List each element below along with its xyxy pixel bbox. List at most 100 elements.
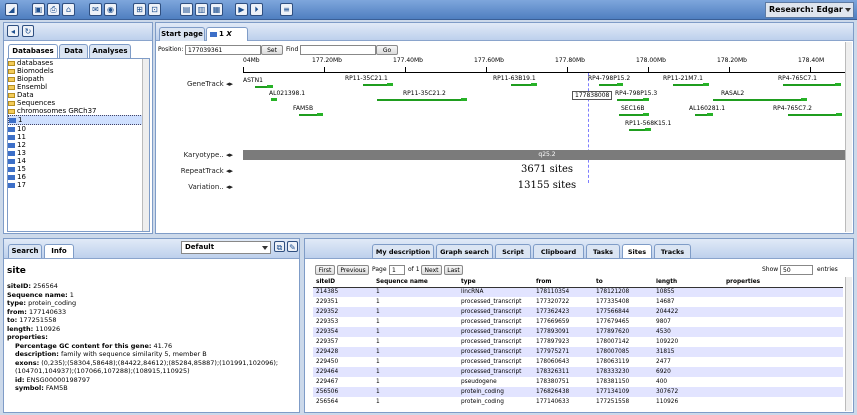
gene-exon[interactable] [643, 98, 649, 101]
gene-label[interactable]: AL021398.1 [269, 90, 305, 97]
layout-1-icon[interactable]: ▤ [180, 3, 193, 16]
gene-label[interactable]: RASAL2 [721, 90, 744, 97]
table-row[interactable]: 229450 1 processed_transcript 178060643 1780… [313, 357, 843, 367]
zoom-area-icon[interactable]: ⊞ [133, 3, 146, 16]
gene-label[interactable]: SEC16B [621, 105, 645, 112]
tab-clipboard[interactable]: Clipboard [533, 244, 584, 259]
table-row[interactable]: 229352 1 processed_transcript 177362423 1775… [313, 307, 843, 317]
gene-label[interactable]: RP4-765C7.2 [773, 105, 812, 112]
gene-exon[interactable] [461, 98, 467, 101]
list-icon[interactable]: ≡ [280, 3, 293, 16]
gene-label[interactable]: ASTN1 [243, 77, 263, 84]
gene-exon[interactable] [643, 113, 649, 116]
column-header[interactable]: siteID [313, 277, 373, 288]
go-button[interactable]: Go [376, 45, 398, 55]
close-tab-button[interactable]: X [226, 30, 231, 38]
refresh-icon[interactable]: ↻ [22, 25, 34, 37]
collapse-icon[interactable]: ◂ [7, 25, 19, 37]
copy-icon[interactable]: ⧉ [274, 241, 285, 252]
gene-exon[interactable] [645, 128, 651, 131]
gene-feature[interactable] [377, 99, 467, 101]
column-header[interactable]: from [533, 277, 593, 288]
edit-icon[interactable]: ✎ [287, 241, 298, 252]
table-row[interactable]: 214385 1 lincRNA 178110354 178121208 10855 [313, 287, 843, 297]
tree-item[interactable]: 16 [8, 173, 149, 181]
track-label-karyotype[interactable]: Karyotype.. ◂▸ [161, 151, 233, 159]
next-page-button[interactable]: Next [421, 265, 442, 275]
gene-label[interactable]: RP4-765C7.1 [778, 75, 817, 82]
table-row[interactable]: 229354 1 processed_transcript 177893091 1778… [313, 327, 843, 337]
last-page-button[interactable]: Last [444, 265, 463, 275]
gene-exon[interactable] [801, 98, 807, 101]
back-icon[interactable]: ◢ [5, 3, 18, 16]
viewer-scrollbar[interactable] [845, 42, 852, 232]
gene-exon[interactable] [317, 113, 323, 116]
karyotype-band[interactable]: q25.2 [243, 150, 851, 160]
tab-tracks[interactable]: Tracks [654, 244, 691, 259]
gene-label[interactable]: RP11-21M7.1 [663, 75, 703, 82]
page-input[interactable]: 1 [389, 265, 405, 275]
gene-label[interactable]: FAM5B [293, 105, 313, 112]
gene-exon[interactable] [531, 83, 537, 86]
table-row[interactable]: 229357 1 processed_transcript 177897923 1780… [313, 337, 843, 347]
tab-script[interactable]: Script [495, 244, 531, 259]
table-row[interactable]: 229464 1 processed_transcript 178326311 1783… [313, 367, 843, 377]
tree-item[interactable]: Biomodels [8, 67, 149, 75]
view-select[interactable]: Default [181, 241, 271, 254]
set-position-button[interactable]: Set [261, 45, 283, 55]
tree-item[interactable]: 10 [8, 125, 149, 133]
tree-item[interactable]: 11 [8, 133, 149, 141]
track-label-genes[interactable]: GeneTrack ◂▸ [161, 80, 233, 88]
table-row[interactable]: 256564 1 protein_coding 177140633 177251558 1… [313, 397, 843, 407]
gene-label[interactable]: RP11-568K15.1 [625, 120, 671, 127]
position-input[interactable]: 177039361 [185, 45, 261, 55]
gene-exon[interactable] [707, 113, 713, 116]
repeat-track[interactable]: 3671 sites [243, 164, 851, 178]
variation-track[interactable]: 13155 sites [243, 180, 851, 194]
table-row[interactable]: 229353 1 processed_transcript 177669659 1776… [313, 317, 843, 327]
gene-track[interactable]: ASTN1 RP11-35C21.1 RP11-63B19.1 RP4-798P15.… [243, 75, 851, 147]
tab-start-page[interactable]: Start page [159, 27, 205, 41]
tree-item[interactable]: databases [8, 59, 149, 67]
previous-page-button[interactable]: Previous [337, 265, 369, 275]
tree-item[interactable]: Ensembl [8, 83, 149, 91]
tree-item[interactable]: Biopath [8, 75, 149, 83]
tab-analyses[interactable]: Analyses [89, 44, 131, 58]
layout-2-icon[interactable]: ▥ [195, 3, 208, 16]
step-icon[interactable]: ⏵ [250, 3, 263, 16]
globe-icon[interactable]: ◉ [104, 3, 117, 16]
chat-icon[interactable]: ✉ [89, 3, 102, 16]
gene-exon[interactable] [271, 98, 277, 101]
column-header[interactable]: Sequence name [373, 277, 458, 288]
gene-label[interactable]: RP11-35C21.2 [403, 90, 446, 97]
research-select[interactable]: Research: Edgar [765, 2, 854, 18]
tab-search[interactable]: Search [8, 244, 42, 258]
tab-info[interactable]: Info [44, 244, 74, 258]
gene-exon[interactable] [617, 83, 623, 86]
column-header[interactable]: type [458, 277, 533, 288]
first-page-button[interactable]: First [315, 265, 335, 275]
home-icon[interactable]: ⌂ [62, 3, 75, 16]
tab-chromosome-1[interactable]: 1 X [206, 27, 248, 41]
tab-my-description[interactable]: My description [372, 244, 434, 259]
save-icon[interactable]: ▣ [32, 3, 45, 16]
column-header[interactable]: properties [723, 277, 843, 288]
tree-scrollbar[interactable] [142, 59, 149, 231]
table-scrollbar[interactable] [845, 277, 852, 411]
column-header[interactable]: length [653, 277, 723, 288]
tree-item[interactable]: 12 [8, 141, 149, 149]
tree-item[interactable]: 13 [8, 149, 149, 157]
tree-item[interactable]: 15 [8, 165, 149, 173]
find-input[interactable] [300, 45, 376, 55]
gene-feature[interactable] [713, 99, 807, 101]
tab-databases[interactable]: Databases [8, 44, 58, 58]
tab-tasks[interactable]: Tasks [586, 244, 620, 259]
table-row[interactable]: 256506 1 protein_coding 176826438 177134109 3… [313, 387, 843, 397]
gene-label[interactable]: RP11-63B19.1 [493, 75, 536, 82]
gene-label[interactable]: RP11-35C21.1 [345, 75, 388, 82]
tab-graph-search[interactable]: Graph search [436, 244, 493, 259]
tab-data[interactable]: Data [59, 44, 88, 58]
tree-item[interactable]: 14 [8, 157, 149, 165]
table-row[interactable]: 229351 1 processed_transcript 177320722 1773… [313, 297, 843, 307]
gene-exon[interactable] [703, 83, 709, 86]
